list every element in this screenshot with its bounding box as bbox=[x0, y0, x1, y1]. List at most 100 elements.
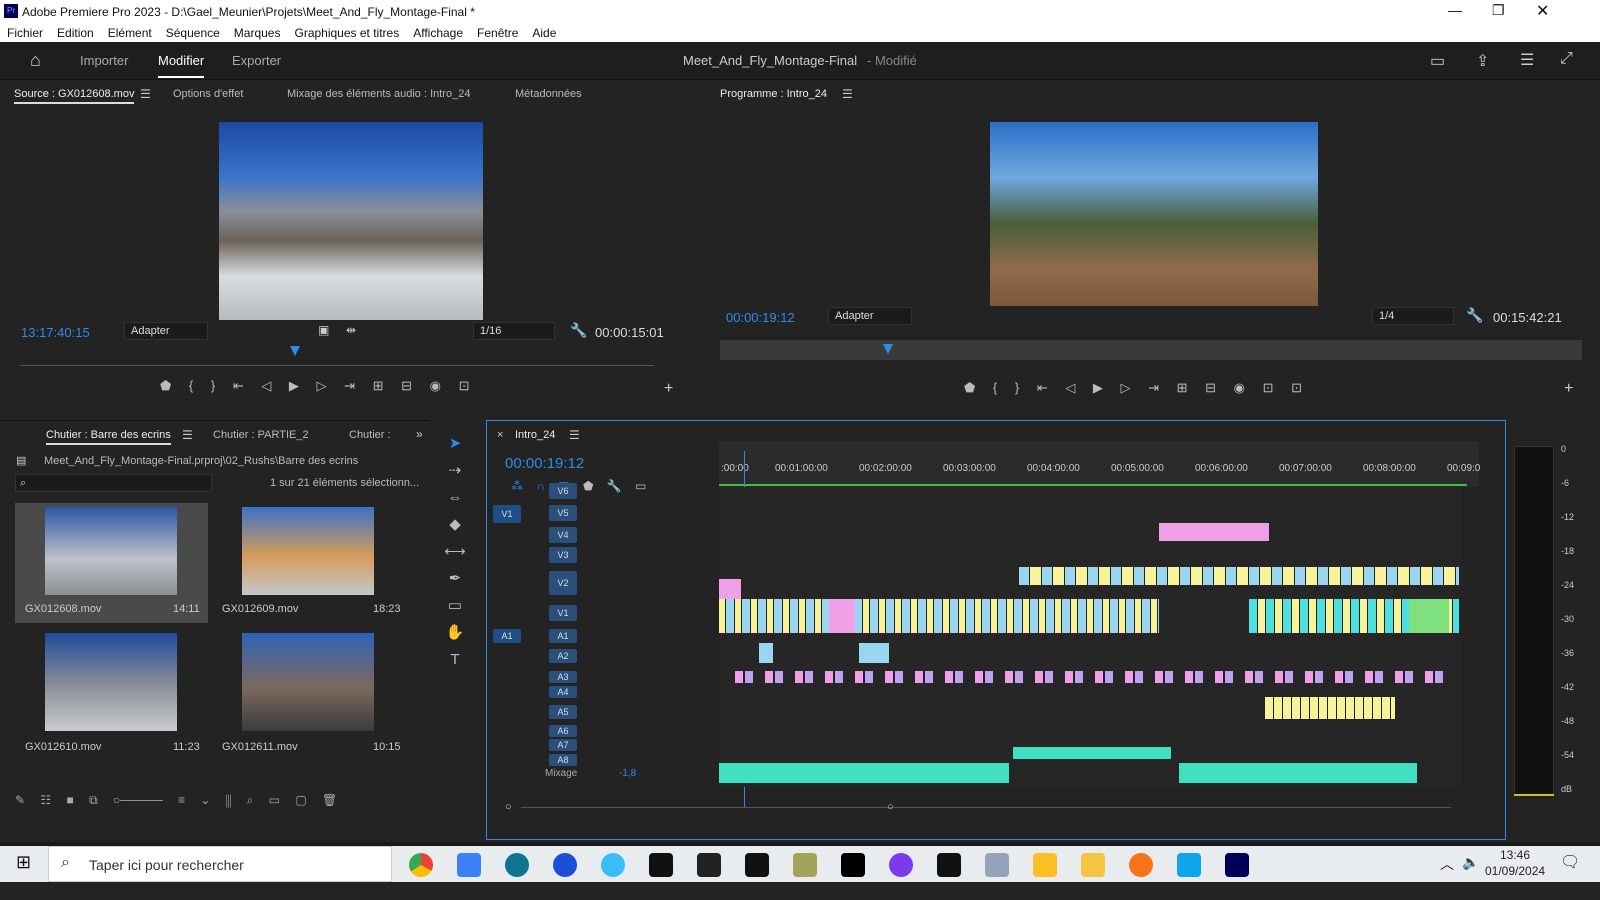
app-black-icon[interactable] bbox=[937, 853, 961, 877]
hand-icon[interactable]: ✋ bbox=[440, 619, 470, 646]
timeline-ruler[interactable]: :00:00 00:01:00:00 00:02:00:00 00:03:00:… bbox=[719, 441, 1480, 487]
program-res-select[interactable]: 1/4 bbox=[1372, 307, 1454, 325]
bin-toolbar[interactable]: ✎ ☷ ■ ⧉ ○───── ≡ ⌄ ⫼ ⌕ ▭ ▢ 🗑 bbox=[15, 793, 415, 808]
tab-effect-options[interactable]: Options d'effet bbox=[173, 88, 243, 100]
app-c-icon[interactable] bbox=[505, 853, 529, 877]
app-blue-icon[interactable] bbox=[553, 853, 577, 877]
menu-fichier[interactable]: Fichier bbox=[7, 26, 43, 40]
source-timecode[interactable]: 13:17:40:15 bbox=[21, 325, 90, 340]
tab-bin-ecrins[interactable]: Chutier : Barre des ecrins bbox=[46, 429, 171, 445]
source-playhead[interactable] bbox=[290, 346, 300, 356]
fullscreen-icon[interactable]: ⤢ bbox=[1560, 50, 1573, 68]
wrench-icon[interactable]: 🔧 bbox=[1466, 307, 1483, 324]
source-patch-a1[interactable]: A1 bbox=[493, 629, 521, 643]
menu-marques[interactable]: Marques bbox=[234, 26, 281, 40]
calendar-app-icon[interactable] bbox=[457, 853, 481, 877]
video-clip[interactable] bbox=[1159, 523, 1269, 541]
camera-app-icon[interactable] bbox=[697, 853, 721, 877]
firefox-icon[interactable] bbox=[1129, 853, 1153, 877]
minimize-button[interactable]: — bbox=[1448, 2, 1462, 18]
track-label-a5[interactable]: A5 bbox=[549, 705, 577, 719]
quick-export-icon[interactable]: ▭ bbox=[1430, 51, 1445, 71]
menu-sequence[interactable]: Séquence bbox=[166, 26, 220, 40]
track-label-v6[interactable]: V6 bbox=[549, 483, 577, 499]
drag-video-icon[interactable]: ▣ bbox=[318, 323, 329, 337]
panel-menu-icon[interactable]: ☰ bbox=[842, 87, 853, 101]
tab-bin-partie2[interactable]: Chutier : PARTIE_2 bbox=[213, 429, 309, 441]
track-label-v3[interactable]: V3 bbox=[549, 547, 577, 563]
list-item[interactable]: GX012611.mov 10:15 bbox=[215, 633, 408, 753]
track-label-v2[interactable]: V2 bbox=[549, 571, 577, 595]
list-item[interactable]: GX012608.mov 14:11 bbox=[15, 503, 208, 623]
audio-clip-strip[interactable] bbox=[735, 671, 1455, 683]
program-fit-select[interactable]: Adapter bbox=[828, 307, 912, 325]
zoom-end-handle[interactable]: ○ bbox=[887, 801, 894, 813]
tab-program[interactable]: Programme : Intro_24 bbox=[720, 88, 827, 102]
app-sky-icon[interactable] bbox=[601, 853, 625, 877]
restore-button[interactable]: ❐ bbox=[1492, 2, 1505, 19]
ripple-edit-icon[interactable]: ⇔ bbox=[440, 484, 470, 511]
menu-fenetre[interactable]: Fenêtre bbox=[477, 26, 518, 40]
type-icon[interactable]: T bbox=[440, 646, 470, 673]
track-label-a1[interactable]: A1 bbox=[549, 629, 577, 643]
source-scrubber[interactable] bbox=[20, 365, 654, 366]
timeline-timecode[interactable]: 00:00:19:12 bbox=[505, 455, 584, 472]
tab-audio-mixer[interactable]: Mixage des éléments audio : Intro_24 bbox=[287, 88, 470, 100]
close-icon[interactable]: × bbox=[497, 429, 503, 441]
video-clip[interactable] bbox=[759, 643, 773, 663]
video-clip[interactable] bbox=[829, 599, 855, 633]
rectangle-icon[interactable]: ▭ bbox=[440, 592, 470, 619]
wrench-icon[interactable]: 🔧 bbox=[570, 322, 587, 339]
panel-menu-icon[interactable]: ☰ bbox=[569, 428, 580, 442]
video-clip[interactable] bbox=[1409, 599, 1449, 633]
track-label-v1[interactable]: V1 bbox=[549, 605, 577, 621]
source-res-select[interactable]: 1/16 bbox=[473, 322, 555, 340]
pen-icon[interactable]: ✒ bbox=[440, 565, 470, 592]
track-label-a8[interactable]: A8 bbox=[549, 754, 577, 766]
audio-clip[interactable] bbox=[1179, 763, 1417, 783]
app-gray-icon[interactable] bbox=[985, 853, 1009, 877]
tab-source[interactable]: Source : GX012608.mov bbox=[14, 88, 135, 104]
premiere-icon[interactable] bbox=[1225, 853, 1249, 877]
track-select-icon[interactable]: ⇢ bbox=[440, 457, 470, 484]
tab-bin-other[interactable]: Chutier : bbox=[349, 429, 391, 441]
audio-clip[interactable] bbox=[1013, 747, 1171, 759]
add-button-icon[interactable]: + bbox=[664, 380, 673, 398]
tab-metadata[interactable]: Métadonnées bbox=[515, 88, 582, 100]
chrome-icon[interactable] bbox=[409, 853, 433, 877]
bin-search-input[interactable]: ⌕ bbox=[15, 474, 212, 492]
track-label-a3[interactable]: A3 bbox=[549, 671, 577, 683]
vscode-icon[interactable] bbox=[1177, 853, 1201, 877]
taskbar-search[interactable]: ⌕ Taper ici pour rechercher bbox=[48, 846, 392, 882]
video-clip-strip[interactable] bbox=[719, 599, 1159, 633]
track-area[interactable] bbox=[719, 487, 1461, 787]
drag-audio-icon[interactable]: ⇹ bbox=[346, 323, 356, 337]
track-label-a7[interactable]: A7 bbox=[549, 739, 577, 751]
track-label-v4[interactable]: V4 bbox=[549, 527, 577, 543]
zoom-start-handle[interactable]: ○ bbox=[505, 801, 512, 813]
app-olive-icon[interactable] bbox=[793, 853, 817, 877]
program-zoom-bar[interactable] bbox=[720, 340, 1582, 360]
add-button-icon[interactable]: + bbox=[1564, 380, 1573, 398]
slip-icon[interactable]: ⟷ bbox=[440, 538, 470, 565]
menu-graphiques[interactable]: Graphiques et titres bbox=[294, 26, 399, 40]
share-icon[interactable]: ⇪ bbox=[1476, 51, 1489, 71]
video-clip-strip[interactable] bbox=[1019, 567, 1459, 585]
menu-aide[interactable]: Aide bbox=[532, 26, 556, 40]
list-item[interactable]: GX012609.mov 18:23 bbox=[215, 503, 408, 623]
mix-value[interactable]: -1,8 bbox=[619, 768, 636, 779]
menu-edition[interactable]: Edition bbox=[57, 26, 94, 40]
program-timecode[interactable]: 00:00:19:12 bbox=[726, 310, 795, 325]
source-patch-v1[interactable]: V1 bbox=[493, 505, 521, 523]
work-area-bar[interactable] bbox=[719, 484, 1467, 486]
xp-pen-icon[interactable] bbox=[841, 853, 865, 877]
panel-menu-icon[interactable]: ☰ bbox=[182, 428, 193, 442]
program-transport[interactable]: ⬟ { } ⇤ ◁ ▶ ▷ ⇥ ⊞ ⊟ ◉ ⊡ ⊡ bbox=[964, 380, 1464, 396]
timeline-tools[interactable]: ⁂ ∩ ◪ ⬟ 🔧 ▭ bbox=[511, 479, 691, 493]
tray-chevron-icon[interactable]: ︿ bbox=[1440, 854, 1454, 874]
menu-affichage[interactable]: Affichage bbox=[413, 26, 463, 40]
selection-tool-icon[interactable]: ➤ bbox=[440, 430, 470, 457]
menu-element[interactable]: Elément bbox=[108, 26, 152, 40]
clock-time[interactable]: 13:46 bbox=[1500, 848, 1530, 862]
tab-modifier[interactable]: Modifier bbox=[158, 53, 205, 78]
